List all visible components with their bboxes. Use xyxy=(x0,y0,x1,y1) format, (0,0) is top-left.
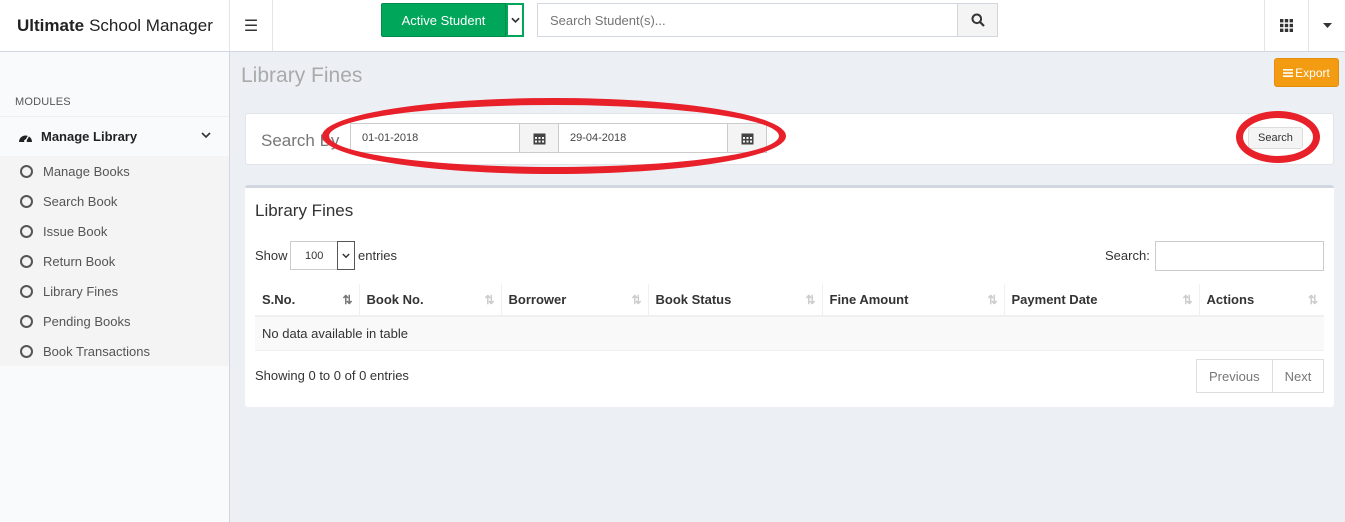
library-fines-table: S.No. ⇅ Book No. ⇅ Borrower ⇅ Book Status ⇅ … xyxy=(255,284,1324,351)
sort-icon: ⇅ xyxy=(1307,293,1318,307)
bars-icon xyxy=(1283,68,1294,77)
column-header-fine-amount[interactable]: Fine Amount ⇅ xyxy=(822,284,1005,317)
entries-label: entries xyxy=(358,248,398,263)
sidebar-item-search-book[interactable]: Search Book xyxy=(0,186,229,216)
box-title: Library Fines xyxy=(255,201,354,220)
sidebar-group-manage-library: Manage Library Manage Books Search Book … xyxy=(0,116,229,366)
dashboard-icon xyxy=(19,135,32,142)
top-header: Ultimate School Manager ☰ Active Student xyxy=(0,0,1345,52)
circle-icon xyxy=(20,344,33,358)
circle-icon xyxy=(20,254,33,268)
student-search-input[interactable] xyxy=(537,3,958,37)
app-logo-bold: Ultimate xyxy=(17,15,85,35)
column-header-book-no[interactable]: Book No. ⇅ xyxy=(359,284,502,317)
sidebar-group-label: Manage Library xyxy=(41,129,138,144)
next-page-button[interactable]: Next xyxy=(1272,359,1325,393)
column-header-book-status[interactable]: Book Status ⇅ xyxy=(648,284,823,317)
empty-table-message: No data available in table xyxy=(255,316,1324,351)
export-button[interactable]: Export xyxy=(1274,58,1339,87)
export-label: Export xyxy=(1295,65,1330,80)
sort-asc-icon: ⇅ xyxy=(342,293,353,307)
annotation-ellipse-dates xyxy=(322,98,786,174)
active-student-label: Active Student xyxy=(401,12,486,28)
circle-icon xyxy=(20,314,33,328)
sort-icon: ⇅ xyxy=(1182,293,1193,307)
page-length-value: 100 xyxy=(305,249,324,262)
search-icon xyxy=(971,13,985,27)
user-menu-toggle[interactable] xyxy=(1310,0,1345,51)
sidebar-toggle-button[interactable]: ☰ xyxy=(230,0,273,51)
active-student-button[interactable]: Active Student xyxy=(381,3,506,37)
sidebar-item-label: Manage Books xyxy=(43,163,130,179)
table-search-label: Search: xyxy=(1105,248,1150,263)
app-logo-text: School Manager xyxy=(89,15,213,35)
circle-icon xyxy=(20,194,33,208)
column-header-payment-date[interactable]: Payment Date ⇅ xyxy=(1004,284,1200,317)
sidebar-item-issue-book[interactable]: Issue Book xyxy=(0,216,229,246)
column-header-borrower[interactable]: Borrower ⇅ xyxy=(501,284,649,317)
sidebar-item-label: Issue Book xyxy=(43,223,108,239)
previous-page-button[interactable]: Previous xyxy=(1196,359,1273,393)
column-header-sno[interactable]: S.No. ⇅ xyxy=(255,284,360,317)
sidebar-item-label: Search Book xyxy=(43,193,118,209)
chevron-down-icon xyxy=(201,130,211,142)
app-logo[interactable]: Ultimate School Manager xyxy=(0,0,230,51)
chevron-down-icon xyxy=(510,17,520,23)
sort-icon: ⇅ xyxy=(484,293,495,307)
sidebar-item-book-transactions[interactable]: Book Transactions xyxy=(0,336,229,366)
table-row: No data available in table xyxy=(255,316,1324,351)
circle-icon xyxy=(20,224,33,238)
circle-icon xyxy=(20,164,33,178)
sidebar-item-return-book[interactable]: Return Book xyxy=(0,246,229,276)
sidebar: MODULES Manage Library Manage Books Sear… xyxy=(0,52,230,522)
library-fines-box: Library Fines Show 100 entries Search: S… xyxy=(245,185,1334,407)
student-search-button[interactable] xyxy=(958,3,998,37)
sidebar-item-manage-books[interactable]: Manage Books xyxy=(0,156,229,186)
grid-icon xyxy=(1280,19,1293,32)
sidebar-group-toggle[interactable]: Manage Library xyxy=(0,116,229,156)
sort-icon: ⇅ xyxy=(805,293,816,307)
sort-icon: ⇅ xyxy=(631,293,642,307)
table-info: Showing 0 to 0 of 0 entries xyxy=(255,368,409,383)
show-label: Show xyxy=(255,248,288,263)
sidebar-item-pending-books[interactable]: Pending Books xyxy=(0,306,229,336)
page-title: Library Fines xyxy=(241,64,363,87)
student-filter-dropdown-toggle[interactable] xyxy=(506,3,524,37)
chevron-down-icon xyxy=(342,252,350,258)
sidebar-item-label: Return Book xyxy=(43,253,116,269)
annotation-ellipse-search xyxy=(1236,111,1320,163)
sidebar-item-label: Book Transactions xyxy=(43,343,150,359)
sidebar-item-label: Library Fines xyxy=(43,283,119,299)
pagination: Previous Next xyxy=(1196,359,1325,393)
circle-icon xyxy=(20,284,33,298)
page-length-dropdown-toggle[interactable] xyxy=(337,241,355,270)
caret-down-icon xyxy=(1323,23,1332,28)
apps-grid-button[interactable] xyxy=(1264,0,1309,51)
sidebar-item-library-fines[interactable]: Library Fines xyxy=(0,276,229,306)
sort-icon: ⇅ xyxy=(987,293,998,307)
sidebar-item-label: Pending Books xyxy=(43,313,131,329)
table-header-row: S.No. ⇅ Book No. ⇅ Borrower ⇅ Book Status ⇅ … xyxy=(255,284,1324,317)
column-header-actions[interactable]: Actions ⇅ xyxy=(1199,284,1324,317)
table-search-input[interactable] xyxy=(1155,241,1324,271)
hamburger-icon: ☰ xyxy=(243,17,259,35)
sidebar-section-label: MODULES xyxy=(15,96,71,108)
